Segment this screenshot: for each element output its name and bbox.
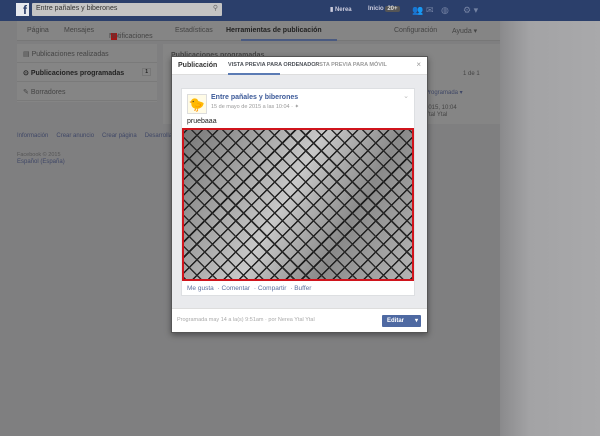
post-preview-dialog: Publicación VISTA PREVIA PARA ORDENADOR … [171, 56, 428, 333]
tab-post[interactable]: Publicación [178, 62, 217, 69]
sidebar-item-drafts[interactable]: ✎ Borradores [17, 82, 157, 101]
sidebar-label: Publicaciones realizadas [31, 51, 109, 58]
settings-icon[interactable]: ⚙ ▾ [463, 5, 478, 16]
profile-link[interactable]: ▮ Nerea [330, 6, 352, 13]
buffer-link[interactable]: Buffer [294, 285, 311, 292]
post-date: 2015, 10:04 [425, 105, 457, 111]
footer-link[interactable]: Crear anuncio [56, 133, 94, 139]
notification-badge: 8 [111, 33, 117, 40]
scheduled-info: Programada may 14 a la(s) 9:51am · por N… [177, 317, 315, 323]
right-pane [500, 21, 600, 436]
page-name-link[interactable]: Entre pañales y biberones [211, 94, 298, 101]
post-author: Ytal Ytal [425, 112, 448, 118]
home-link[interactable]: Inicio 20+ [368, 6, 400, 12]
language-link[interactable]: Español (España) [17, 159, 65, 165]
chevron-down-icon[interactable]: ▾ [415, 317, 418, 324]
footer-link[interactable]: Información [17, 133, 48, 139]
search-value: Entre pañales y biberones [36, 5, 118, 12]
tab-messages[interactable]: Mensajes [64, 27, 94, 34]
tab-mobile-preview[interactable]: VISTA PREVIA PARA MÓVIL [314, 62, 387, 68]
edit-button[interactable]: Editar ▾ [382, 315, 421, 327]
chevron-down-icon[interactable]: ⌄ [403, 92, 409, 100]
active-tab-indicator [241, 39, 337, 41]
comment-link[interactable]: Comentar [222, 285, 251, 292]
pager-text: 1 de 1 [463, 71, 480, 77]
post-text: pruebaaa [187, 118, 217, 125]
facebook-logo[interactable]: f [16, 3, 29, 17]
sidebar: ▤ Publicaciones realizadas ⊙ Publicacion… [17, 44, 157, 102]
search-input[interactable]: Entre pañales y biberones ⚲ [32, 3, 222, 16]
filter-dropdown[interactable]: Programada ▾ [425, 89, 463, 96]
post-preview: 🐤 Entre pañales y biberones 15 de mayo d… [181, 88, 415, 296]
close-icon[interactable]: × [416, 60, 421, 69]
footer-link[interactable]: Crear página [102, 133, 137, 139]
sidebar-label: Borradores [30, 89, 66, 96]
top-bar: f Entre pañales y biberones ⚲ ▮ Nerea Ini… [0, 0, 600, 21]
sidebar-item-published[interactable]: ▤ Publicaciones realizadas [17, 44, 157, 63]
share-link[interactable]: Compartir [258, 285, 287, 292]
page-nav: Página Mensajes Notificaciones 8 Estadíst… [17, 21, 500, 41]
tab-publishing-tools[interactable]: Herramientas de publicación [226, 27, 322, 34]
tab-stats[interactable]: Estadísticas [175, 27, 213, 34]
tab-desktop-preview[interactable]: VISTA PREVIA PARA ORDENADOR [228, 62, 319, 68]
friends-icon[interactable]: 👥 [412, 5, 423, 16]
home-badge: 20+ [385, 6, 400, 12]
tab-page[interactable]: Página [27, 27, 49, 34]
copyright: Facebook © 2015 [17, 152, 61, 158]
sidebar-label: Publicaciones programadas [30, 70, 125, 77]
sidebar-item-scheduled[interactable]: ⊙ Publicaciones programadas 1 [17, 63, 157, 82]
footer-links: Información Crear anuncio Crear página Desa… [17, 133, 195, 139]
like-link[interactable]: Me gusta [187, 285, 214, 292]
settings-link[interactable]: Configuración [394, 27, 437, 34]
dialog-footer: Programada may 14 a la(s) 9:51am · por N… [172, 308, 427, 332]
messages-icon[interactable]: ✉ [426, 5, 434, 16]
globe-icon[interactable]: ◍ [441, 5, 449, 16]
home-label: Inicio [368, 6, 384, 12]
post-image[interactable] [182, 128, 414, 281]
post-actions: Me gusta · Comentar · Compartir · Buffer [187, 285, 312, 292]
scheduled-count: 1 [142, 68, 151, 76]
edit-label: Editar [387, 318, 405, 324]
post-timestamp[interactable]: 15 de mayo de 2015 a las 10:04 · ✦ [211, 104, 299, 110]
search-icon[interactable]: ⚲ [213, 4, 218, 12]
user-name: Nerea [334, 7, 352, 13]
dialog-header: Publicación VISTA PREVIA PARA ORDENADOR … [172, 57, 427, 75]
active-tab-indicator [228, 73, 280, 75]
help-menu[interactable]: Ayuda ▾ [452, 27, 477, 35]
page-avatar[interactable]: 🐤 [187, 94, 207, 114]
